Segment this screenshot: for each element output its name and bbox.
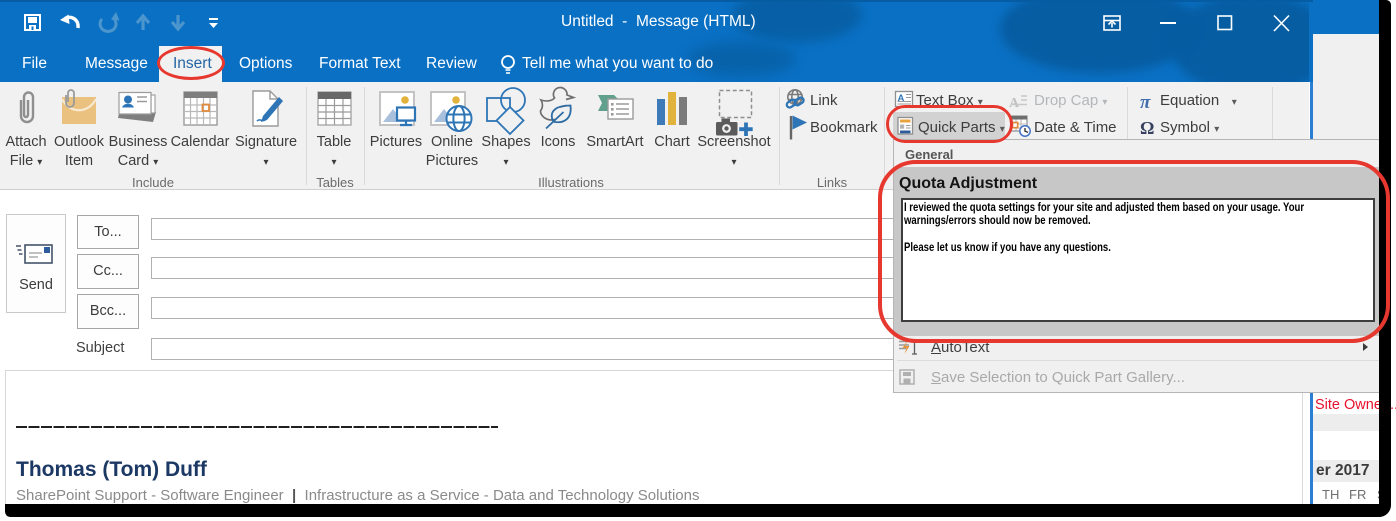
- svg-text:Ω: Ω: [1140, 118, 1154, 138]
- svg-text:π: π: [1140, 92, 1151, 113]
- svg-text:A: A: [898, 93, 905, 104]
- svg-text:A: A: [1009, 96, 1020, 111]
